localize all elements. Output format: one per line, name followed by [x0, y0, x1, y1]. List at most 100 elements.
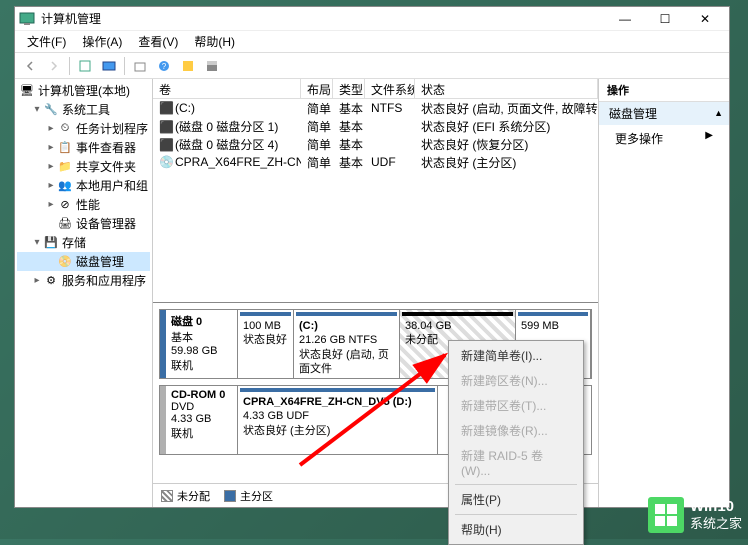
ctx-properties[interactable]: 属性(P): [451, 487, 581, 512]
menubar: 文件(F) 操作(A) 查看(V) 帮助(H): [15, 31, 729, 53]
actions-header: 操作: [599, 79, 729, 102]
computer-management-window: 计算机管理 — ☐ ✕ 文件(F) 操作(A) 查看(V) 帮助(H) ? 🖥 …: [14, 6, 730, 508]
svg-text:?: ?: [162, 62, 167, 71]
menu-file[interactable]: 文件(F): [19, 31, 74, 52]
refresh-button[interactable]: [98, 55, 120, 77]
col-filesystem[interactable]: 文件系统: [365, 79, 415, 98]
cd-icon: 💿: [159, 155, 173, 169]
tree-services-apps[interactable]: ▸ ⚙ 服务和应用程序: [17, 271, 150, 290]
tree-label: 服务和应用程序: [62, 272, 146, 289]
caret-up-icon: ▲: [714, 108, 723, 118]
context-menu: 新建简单卷(I)... 新建跨区卷(N)... 新建带区卷(T)... 新建镜像…: [448, 340, 584, 545]
tree-label: 性能: [76, 196, 100, 213]
volume-list-header: 卷 布局 类型 文件系统 状态: [153, 79, 598, 99]
window-title: 计算机管理: [41, 10, 605, 27]
disk-icon: 📀: [57, 254, 73, 270]
tree-root[interactable]: 🖥 计算机管理(本地): [17, 81, 150, 100]
folder-icon: 📁: [57, 159, 73, 175]
volume-icon: ⬛: [159, 138, 173, 152]
ctx-new-simple-volume[interactable]: 新建简单卷(I)...: [451, 343, 581, 368]
expand-toggle[interactable]: ▾: [31, 237, 43, 248]
toolbar-icon-4[interactable]: [201, 55, 223, 77]
context-menu-separator: [455, 514, 577, 515]
legend-unallocated: 未分配: [161, 488, 210, 504]
tree-local-users[interactable]: ▸ 👥 本地用户和组: [17, 176, 150, 195]
storage-icon: 💾: [43, 235, 59, 251]
close-button[interactable]: ✕: [685, 8, 725, 30]
tree-performance[interactable]: ▸ ⊘ 性能: [17, 195, 150, 214]
tree-label: 共享文件夹: [76, 158, 136, 175]
users-icon: 👥: [57, 178, 73, 194]
forward-button[interactable]: [43, 55, 65, 77]
maximize-button[interactable]: ☐: [645, 8, 685, 30]
app-icon: [19, 11, 35, 27]
watermark-logo-icon: [648, 497, 684, 533]
col-volume[interactable]: 卷: [153, 79, 301, 98]
tree-device-manager[interactable]: 🖨 设备管理器: [17, 214, 150, 233]
expand-toggle[interactable]: ▸: [45, 123, 57, 134]
tree-task-scheduler[interactable]: ▸ ⏲ 任务计划程序: [17, 119, 150, 138]
tree-label: 任务计划程序: [76, 120, 148, 137]
volume-row[interactable]: ⬛(磁盘 0 磁盘分区 4) 简单 基本 状态良好 (恢复分区): [153, 135, 598, 153]
back-button[interactable]: [19, 55, 41, 77]
navigation-tree[interactable]: 🖥 计算机管理(本地) ▾ 🔧 系统工具 ▸ ⏲ 任务计划程序 ▸ 📋 事件查看…: [15, 79, 153, 507]
expand-toggle[interactable]: ▸: [45, 142, 57, 153]
tree-system-tools[interactable]: ▾ 🔧 系统工具: [17, 100, 150, 119]
tree-root-label: 计算机管理(本地): [38, 82, 130, 99]
menu-action[interactable]: 操作(A): [74, 31, 130, 52]
tree-label: 设备管理器: [76, 215, 136, 232]
tree-event-viewer[interactable]: ▸ 📋 事件查看器: [17, 138, 150, 157]
ctx-help[interactable]: 帮助(H): [451, 517, 581, 542]
partition-c[interactable]: (C:) 21.26 GB NTFS 状态良好 (启动, 页面文件: [294, 310, 400, 378]
expand-toggle[interactable]: ▾: [31, 104, 43, 115]
col-status[interactable]: 状态: [415, 79, 598, 98]
col-layout[interactable]: 布局: [301, 79, 333, 98]
volume-row[interactable]: ⬛(C:) 简单 基本 NTFS 状态良好 (启动, 页面文件, 故障转储, 基…: [153, 99, 598, 117]
toolbar-icon-1[interactable]: [74, 55, 96, 77]
toolbar-icon-2[interactable]: [129, 55, 151, 77]
toolbar-icon-3[interactable]: [177, 55, 199, 77]
expand-toggle[interactable]: ▸: [45, 161, 57, 172]
legend-primary: 主分区: [224, 488, 273, 504]
tree-label: 事件查看器: [76, 139, 136, 156]
volume-icon: ⬛: [159, 120, 173, 134]
wrench-icon: 🔧: [43, 102, 59, 118]
ctx-new-spanned-volume: 新建跨区卷(N)...: [451, 368, 581, 393]
expand-toggle[interactable]: ▸: [31, 275, 43, 286]
partition-dvd[interactable]: CPRA_X64FRE_ZH-CN_DV5 (D:) 4.33 GB UDF 状…: [238, 386, 438, 454]
ctx-new-striped-volume: 新建带区卷(T)...: [451, 393, 581, 418]
chevron-right-icon: ▶: [705, 130, 713, 141]
tree-storage[interactable]: ▾ 💾 存储: [17, 233, 150, 252]
tree-label: 本地用户和组: [76, 177, 148, 194]
minimize-button[interactable]: —: [605, 8, 645, 30]
performance-icon: ⊘: [57, 197, 73, 213]
services-icon: ⚙: [43, 273, 59, 289]
cdrom-0-label[interactable]: CD-ROM 0 DVD 4.33 GB 联机: [160, 386, 238, 454]
tree-label: 磁盘管理: [76, 253, 124, 270]
actions-section-disk-mgmt[interactable]: 磁盘管理 ▲: [599, 102, 729, 125]
disk-0-label[interactable]: 磁盘 0 基本 59.98 GB 联机: [160, 310, 238, 378]
volume-row[interactable]: 💿CPRA_X64FRE_ZH-CN_DV5 (D:) 简单 基本 UDF 状态…: [153, 153, 598, 171]
tree-shared-folders[interactable]: ▸ 📁 共享文件夹: [17, 157, 150, 176]
menu-view[interactable]: 查看(V): [130, 31, 186, 52]
tree-label: 系统工具: [62, 101, 110, 118]
body-area: 🖥 计算机管理(本地) ▾ 🔧 系统工具 ▸ ⏲ 任务计划程序 ▸ 📋 事件查看…: [15, 79, 729, 507]
actions-more[interactable]: 更多操作 ▶: [599, 125, 729, 152]
computer-icon: 🖥: [19, 83, 35, 99]
event-icon: 📋: [57, 140, 73, 156]
titlebar: 计算机管理 — ☐ ✕: [15, 7, 729, 31]
volume-icon: ⬛: [159, 101, 173, 115]
tree-disk-management[interactable]: 📀 磁盘管理: [17, 252, 150, 271]
partition-efi[interactable]: 100 MB 状态良好: [238, 310, 294, 378]
volume-row[interactable]: ⬛(磁盘 0 磁盘分区 1) 简单 基本 状态良好 (EFI 系统分区): [153, 117, 598, 135]
clock-icon: ⏲: [57, 121, 73, 137]
menu-help[interactable]: 帮助(H): [186, 31, 243, 52]
watermark: Win10 系统之家: [648, 497, 742, 533]
expand-toggle[interactable]: ▸: [45, 199, 57, 210]
expand-toggle[interactable]: ▸: [45, 180, 57, 191]
ctx-new-mirrored-volume: 新建镜像卷(R)...: [451, 418, 581, 443]
window-controls: — ☐ ✕: [605, 8, 725, 30]
help-button[interactable]: ?: [153, 55, 175, 77]
volume-list[interactable]: 卷 布局 类型 文件系统 状态 ⬛(C:) 简单 基本 NTFS 状态良好 (启…: [153, 79, 598, 303]
col-type[interactable]: 类型: [333, 79, 365, 98]
